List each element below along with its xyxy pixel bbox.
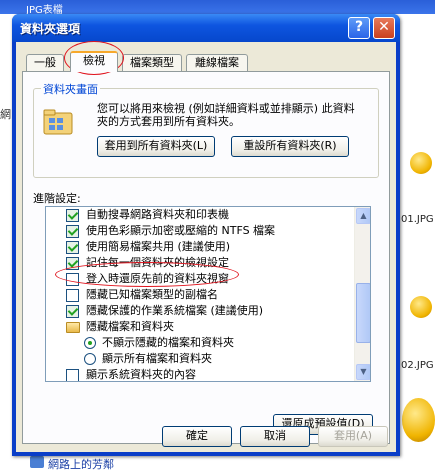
setting-label: 記住每一個資料夾的檢視設定: [86, 256, 229, 269]
setting-label: 使用色彩顯示加密或壓縮的 NTFS 檔案: [86, 224, 276, 237]
tab-general[interactable]: 一般: [26, 54, 64, 71]
background-left-text: 網: [0, 108, 11, 121]
close-button[interactable]: ✕: [373, 17, 395, 39]
help-button[interactable]: ?: [348, 17, 370, 39]
setting-label: 不顯示隱藏的檔案和資料夾: [102, 336, 234, 349]
setting-checkbox[interactable]: [66, 225, 79, 238]
scroll-up-button[interactable]: ▲: [356, 208, 370, 224]
setting-radio[interactable]: [84, 337, 96, 349]
network-icon: [30, 456, 44, 468]
tab-view[interactable]: 檢視: [70, 51, 118, 72]
setting-row[interactable]: 不顯示隱藏的檔案和資料夾: [46, 335, 354, 351]
scroll-down-button[interactable]: ▼: [356, 364, 370, 380]
setting-checkbox[interactable]: [66, 305, 79, 318]
advanced-settings-list[interactable]: 自動搜尋網路資料夾和印表機 使用色彩顯示加密或壓縮的 NTFS 檔案 使用簡易檔…: [45, 206, 371, 382]
thumbnail-label: 02.JPG: [401, 360, 434, 371]
apply-to-all-folders-button[interactable]: 套用到所有資料夾(L): [97, 136, 215, 157]
setting-label: 使用簡易檔案共用 (建議使用): [86, 240, 231, 253]
advanced-settings-scrollbar[interactable]: ▲ ▼: [354, 207, 370, 381]
setting-checkbox[interactable]: [66, 369, 79, 381]
setting-checkbox[interactable]: [66, 209, 79, 222]
setting-row[interactable]: 使用色彩顯示加密或壓縮的 NTFS 檔案: [46, 223, 354, 239]
setting-label: 顯示系統資料夾的內容: [86, 368, 196, 381]
folder-views-icon: [43, 108, 75, 136]
reset-all-folders-button[interactable]: 重設所有資料夾(R): [231, 136, 349, 157]
setting-checkbox[interactable]: [66, 257, 79, 270]
setting-checkbox[interactable]: [66, 241, 79, 254]
dialog-titlebar[interactable]: 資料夾選項 ? ✕: [12, 14, 400, 42]
setting-row[interactable]: 顯示系統資料夾的內容: [46, 367, 354, 381]
setting-row[interactable]: 自動搜尋網路資料夾和印表機: [46, 207, 354, 223]
network-places-link[interactable]: 網路上的芳鄰: [48, 456, 114, 472]
setting-label: 自動搜尋網路資料夾和印表機: [86, 208, 229, 221]
dialog-client: 一般 檢視 檔案類型 離線檔案 資料夾畫面 您可以將用來檢視 (例如詳細資料或並…: [16, 42, 396, 452]
setting-row[interactable]: 顯示所有檔案和資料夾: [46, 351, 354, 367]
background-left-pane: 網: [0, 14, 12, 469]
ok-button[interactable]: 確定: [162, 426, 232, 447]
setting-row[interactable]: 登入時還原先前的資料夾視窗: [46, 271, 354, 287]
smiley-thumbnail-icon: [410, 296, 432, 318]
tab-file-types[interactable]: 檔案類型: [122, 54, 182, 71]
setting-row[interactable]: 記住每一個資料夾的檢視設定: [46, 255, 354, 271]
setting-group-row: 隱藏檔案和資料夾: [46, 319, 354, 335]
hide-extensions-checkbox[interactable]: [66, 289, 79, 302]
setting-radio[interactable]: [84, 353, 96, 365]
folder-views-description: 您可以將用來檢視 (例如詳細資料或並排顯示) 此資料夾的方式套用到所有資料夾。: [97, 102, 355, 128]
tab-offline-files[interactable]: 離線檔案: [186, 54, 248, 71]
setting-row-hide-extensions[interactable]: 隱藏已知檔案類型的副檔名: [46, 287, 354, 303]
setting-row[interactable]: 隱藏保護的作業系統檔案 (建議使用): [46, 303, 354, 319]
setting-group-label: 隱藏檔案和資料夾: [86, 320, 174, 333]
dialog-title: 資料夾選項: [20, 22, 81, 36]
folder-views-legend: 資料夾畫面: [41, 81, 100, 97]
background-titlebar: JPG表檔: [0, 0, 435, 16]
smiley-thumbnail-icon: [410, 152, 432, 174]
setting-label: 登入時還原先前的資料夾視窗: [86, 272, 229, 285]
thumbnail-label: 01.JPG: [401, 214, 434, 225]
setting-label: 隱藏保護的作業系統檔案 (建議使用): [86, 304, 264, 317]
folder-options-dialog: 資料夾選項 ? ✕ 一般 檢視 檔案類型 離線檔案 資料夾畫面 您可以將用來檢視…: [12, 14, 400, 456]
folder-icon: [66, 322, 80, 333]
scroll-thumb[interactable]: [356, 283, 370, 343]
cancel-button[interactable]: 取消: [240, 426, 310, 447]
view-tab-panel: 資料夾畫面 您可以將用來檢視 (例如詳細資料或並排顯示) 此資料夾的方式套用到所…: [22, 71, 390, 444]
apply-button[interactable]: 套用(A): [318, 426, 388, 447]
setting-checkbox[interactable]: [66, 273, 79, 286]
setting-label: 顯示所有檔案和資料夾: [102, 352, 212, 365]
smiley-thumbnail-icon: [402, 398, 435, 442]
advanced-settings-label: 進階設定:: [33, 192, 81, 205]
setting-row[interactable]: 使用簡易檔案共用 (建議使用): [46, 239, 354, 255]
hide-extensions-label: 隱藏已知檔案類型的副檔名: [86, 288, 218, 301]
